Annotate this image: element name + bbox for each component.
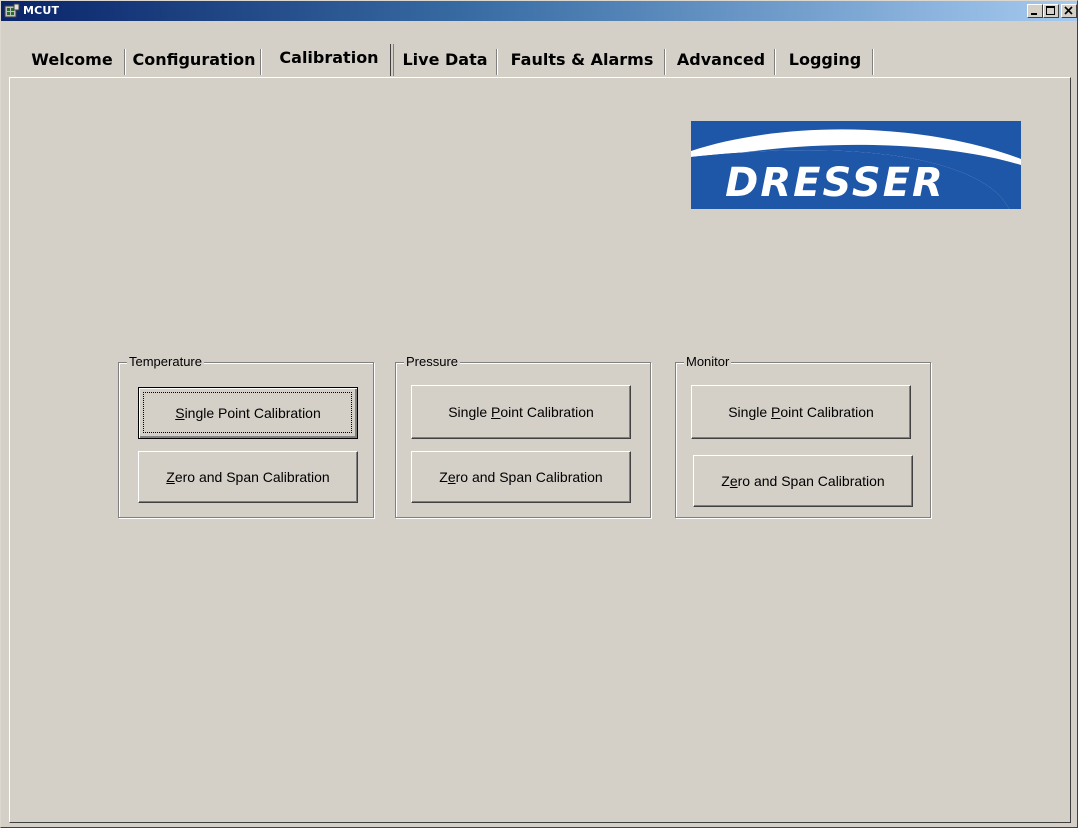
tab-faults-alarms[interactable]: Faults & Alarms xyxy=(499,47,666,77)
pressure-single-point-button[interactable]: Single Point Calibration xyxy=(411,385,631,439)
tab-label: Faults & Alarms xyxy=(510,50,654,69)
tab-label: Calibration xyxy=(279,48,379,67)
temperature-zero-span-button[interactable]: Zero and Span Calibration xyxy=(138,451,358,503)
logo-text: DRESSER xyxy=(725,160,945,206)
tab-welcome[interactable]: Welcome xyxy=(19,47,126,77)
button-label: Single Point Calibration xyxy=(448,404,594,420)
tab-advanced[interactable]: Advanced xyxy=(667,47,776,77)
tab-label: Advanced xyxy=(676,50,766,69)
tab-logging[interactable]: Logging xyxy=(777,47,874,77)
pressure-zero-span-button[interactable]: Zero and Span Calibration xyxy=(411,451,631,503)
application-icon[interactable] xyxy=(4,3,20,19)
tab-live-data[interactable]: Live Data xyxy=(393,47,498,77)
close-icon[interactable] xyxy=(1061,4,1077,18)
minimize-icon[interactable] xyxy=(1027,4,1043,18)
group-label-temperature: Temperature xyxy=(127,354,204,370)
button-label: Zero and Span Calibration xyxy=(439,469,603,485)
tab-label: Live Data xyxy=(402,50,488,69)
dresser-logo: DRESSER xyxy=(691,121,1021,209)
title-bar[interactable]: MCUT xyxy=(1,1,1077,21)
tab-label: Configuration xyxy=(132,50,256,69)
maximize-icon[interactable] xyxy=(1043,4,1059,18)
button-label: Single Point Calibration xyxy=(728,404,874,420)
temperature-single-point-button[interactable]: Single Point Calibration xyxy=(138,387,358,439)
tab-calibration[interactable]: Calibration xyxy=(267,42,394,78)
tab-strip: Welcome Configuration Calibration Live D… xyxy=(9,41,1071,78)
button-label: Zero and Span Calibration xyxy=(721,473,885,489)
button-label: Single Point Calibration xyxy=(175,405,321,421)
tab-label: Logging xyxy=(788,50,862,69)
tab-label: Welcome xyxy=(31,50,113,69)
window-title: MCUT xyxy=(23,4,60,17)
group-label-pressure: Pressure xyxy=(404,354,461,370)
group-label-monitor: Monitor xyxy=(684,354,732,370)
application-window: MCUT Welcome Configuration Calibration L… xyxy=(0,0,1078,828)
monitor-single-point-button[interactable]: Single Point Calibration xyxy=(691,385,911,439)
monitor-zero-span-button[interactable]: Zero and Span Calibration xyxy=(693,455,913,507)
tab-configuration[interactable]: Configuration xyxy=(127,47,262,77)
button-label: Zero and Span Calibration xyxy=(166,469,330,485)
